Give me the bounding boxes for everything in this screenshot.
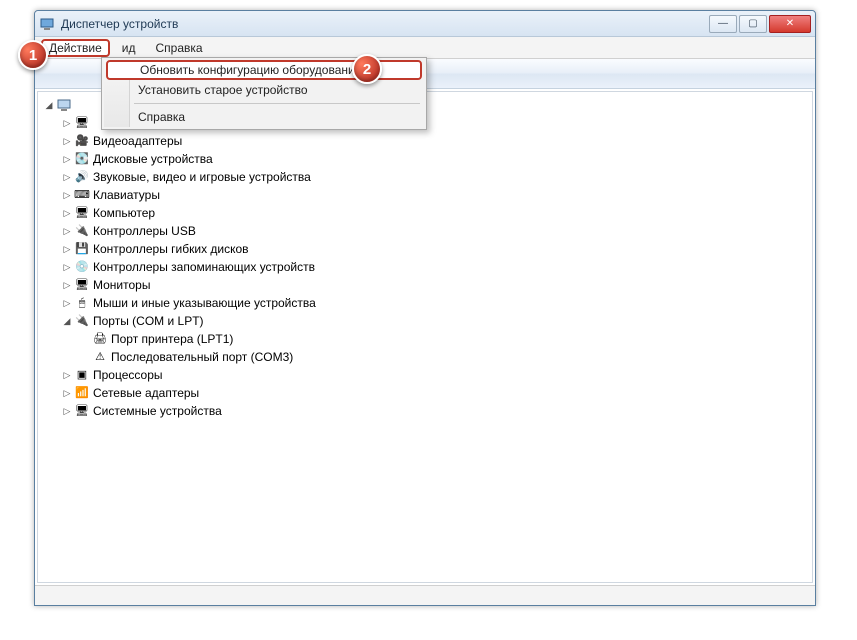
tree-node-label: Дисковые устройства [93,150,213,168]
twisty-icon[interactable]: ▷ [62,240,72,258]
tree-node[interactable]: ▷🎥Видеоадаптеры [40,132,810,150]
tree-node[interactable]: ▷⌨Клавиатуры [40,186,810,204]
twisty-icon[interactable]: ▷ [62,204,72,222]
device-category-icon: 🖥 [74,277,90,293]
dropdown-separator [134,103,420,104]
close-button[interactable]: ✕ [769,15,811,33]
device-category-icon: 🖥 [74,115,90,131]
tree-node[interactable]: ◢🔌Порты (COM и LPT) [40,312,810,330]
tree-node-label: Системные устройства [93,402,222,420]
tree-node-label: Видеоадаптеры [93,132,182,150]
app-icon [39,16,55,32]
tree-node[interactable]: ▷▣Процессоры [40,366,810,384]
annotation-badge-1: 1 [18,40,48,70]
device-category-icon: 🎥 [74,133,90,149]
device-manager-window: Диспетчер устройств — ▢ ✕ Действие ид Сп… [34,10,816,606]
menu-add-legacy[interactable]: Установить старое устройство [104,80,424,100]
device-category-icon: 💽 [74,151,90,167]
annotation-badge-2: 2 [352,54,382,84]
window-controls: — ▢ ✕ [709,15,811,33]
tree-node-label: Процессоры [93,366,163,384]
device-category-icon: 🔌 [74,313,90,329]
device-category-icon: 💿 [74,259,90,275]
tree-node-label: Компьютер [93,204,155,222]
statusbar [35,585,815,605]
content-area: ◢ ▷🖥▷🎥Видеоадаптеры▷💽Дисковые устройства… [37,91,813,583]
computer-icon [56,97,72,113]
tree-node[interactable]: ▷💽Дисковые устройства [40,150,810,168]
menubar: Действие ид Справка Обновить конфигураци… [35,37,815,59]
tree-node[interactable]: ▷📶Сетевые адаптеры [40,384,810,402]
tree-node-label: Звуковые, видео и игровые устройства [93,168,311,186]
maximize-button[interactable]: ▢ [739,15,767,33]
tree-node[interactable]: ▷🖥Системные устройства [40,402,810,420]
device-category-icon: 🖥 [74,403,90,419]
tree-node-label: Последовательный порт (COM3) [111,348,293,366]
twisty-icon[interactable]: ▷ [62,150,72,168]
device-tree[interactable]: ◢ ▷🖥▷🎥Видеоадаптеры▷💽Дисковые устройства… [38,92,812,582]
device-category-icon: 🔊 [74,169,90,185]
device-category-icon: ⚠ [92,349,108,365]
tree-node[interactable]: ▷🖥Мониторы [40,276,810,294]
twisty-icon[interactable]: ▷ [62,276,72,294]
twisty-icon[interactable]: ▷ [62,132,72,150]
tree-node[interactable]: 🖨Порт принтера (LPT1) [40,330,810,348]
titlebar[interactable]: Диспетчер устройств — ▢ ✕ [35,11,815,37]
window-title: Диспетчер устройств [61,17,709,31]
twisty-icon[interactable]: ▷ [62,366,72,384]
tree-node-label: Клавиатуры [93,186,160,204]
tree-node[interactable]: ▷🔌Контроллеры USB [40,222,810,240]
tree-node[interactable]: ▷🖱Мыши и иные указывающие устройства [40,294,810,312]
tree-node-label: Контроллеры запоминающих устройств [93,258,315,276]
tree-node-label: Контроллеры USB [93,222,196,240]
twisty-icon[interactable]: ▷ [62,114,72,132]
device-category-icon: ⌨ [74,187,90,203]
minimize-button[interactable]: — [709,15,737,33]
twisty-icon[interactable]: ▷ [62,258,72,276]
menu-view-fragment[interactable]: ид [114,39,144,57]
tree-node[interactable]: ▷💾Контроллеры гибких дисков [40,240,810,258]
twisty-icon[interactable]: ▷ [62,186,72,204]
twisty-icon[interactable]: ▷ [62,222,72,240]
tree-node-label: Сетевые адаптеры [93,384,199,402]
tree-node[interactable]: ▷🖥Компьютер [40,204,810,222]
twisty-icon[interactable]: ▷ [62,402,72,420]
tree-node-label: Мыши и иные указывающие устройства [93,294,316,312]
twisty-icon[interactable]: ▷ [62,294,72,312]
device-category-icon: 🖱 [74,295,90,311]
tree-node-label: Мониторы [93,276,150,294]
tree-node-label: Порты (COM и LPT) [93,312,204,330]
tree-node-label: Порт принтера (LPT1) [111,330,233,348]
twisty-icon[interactable]: ◢ [44,96,54,114]
device-category-icon: 🔌 [74,223,90,239]
menu-action[interactable]: Действие [41,39,110,57]
device-category-icon: 💾 [74,241,90,257]
tree-node[interactable]: ⚠Последовательный порт (COM3) [40,348,810,366]
tree-node-label: Контроллеры гибких дисков [93,240,249,258]
device-category-icon: ▣ [74,367,90,383]
device-category-icon: 📶 [74,385,90,401]
device-category-icon: 🖨 [92,331,108,347]
menu-action-help[interactable]: Справка [104,107,424,127]
menu-help[interactable]: Справка [147,39,210,57]
tree-node[interactable]: ▷🔊Звуковые, видео и игровые устройства [40,168,810,186]
device-category-icon: 🖥 [74,205,90,221]
twisty-icon[interactable]: ▷ [62,168,72,186]
twisty-icon[interactable]: ▷ [62,384,72,402]
tree-node[interactable]: ▷💿Контроллеры запоминающих устройств [40,258,810,276]
twisty-icon[interactable]: ◢ [62,312,72,330]
